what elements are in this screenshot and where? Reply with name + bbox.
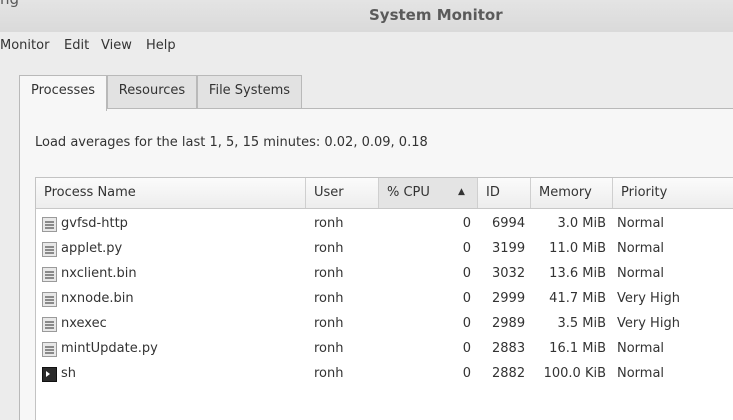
table-row[interactable]: nxnode.bin ronh 0 2999 41.7 MiB Very Hig… — [36, 288, 733, 313]
cell-user: ronh — [314, 316, 344, 331]
cell-user: ronh — [314, 216, 344, 231]
cell-cpu: 0 — [462, 291, 471, 306]
tab-processes[interactable]: Processes — [19, 75, 107, 111]
cell-id: 2999 — [492, 291, 526, 306]
cell-process-name: nxnode.bin — [61, 291, 134, 306]
column-header-label: ID — [486, 185, 500, 200]
column-header-process-name[interactable]: Process Name — [36, 178, 306, 208]
process-icon — [42, 242, 57, 257]
cell-priority: Very High — [617, 316, 680, 331]
process-icon — [42, 317, 57, 332]
sort-ascending-icon: ▲ — [458, 187, 465, 197]
cell-cpu: 0 — [462, 366, 471, 381]
process-table[interactable]: Process Name User % CPU ▲ ID Memory Prio… — [35, 177, 733, 420]
process-icon — [42, 292, 57, 307]
cell-priority: Normal — [617, 266, 665, 281]
table-row[interactable]: gvfsd-http ronh 0 6994 3.0 MiB Normal — [36, 213, 733, 238]
column-header-memory[interactable]: Memory — [531, 178, 613, 208]
table-header: Process Name User % CPU ▲ ID Memory Prio… — [36, 178, 733, 209]
column-header-cpu[interactable]: % CPU ▲ — [379, 178, 478, 208]
cell-process-name: mintUpdate.py — [61, 341, 158, 356]
cell-id: 2883 — [492, 341, 526, 356]
cell-id: 3032 — [492, 266, 526, 281]
cell-priority: Normal — [617, 241, 665, 256]
cell-memory: 16.1 MiB — [549, 341, 606, 356]
cell-user: ronh — [314, 266, 344, 281]
cell-memory: 41.7 MiB — [549, 291, 606, 306]
column-header-label: User — [314, 185, 344, 200]
cell-cpu: 0 — [462, 341, 471, 356]
process-icon — [42, 342, 57, 357]
tab-resources[interactable]: Resources — [107, 75, 197, 108]
cell-memory: 11.0 MiB — [549, 241, 606, 256]
cell-process-name: applet.py — [61, 241, 123, 256]
cell-cpu: 0 — [462, 241, 471, 256]
window-title-fragment: ng — [0, 0, 19, 8]
cell-process-name: nxclient.bin — [61, 266, 137, 281]
menu-monitor[interactable]: Monitor — [0, 38, 49, 53]
cell-id: 2882 — [492, 366, 526, 381]
menu-view[interactable]: View — [101, 38, 132, 53]
column-header-label: Priority — [621, 185, 668, 200]
cell-priority: Normal — [617, 366, 665, 381]
cell-memory: 3.5 MiB — [557, 316, 606, 331]
table-row[interactable]: sh ronh 0 2882 100.0 KiB Normal — [36, 363, 733, 388]
cell-cpu: 0 — [462, 316, 471, 331]
table-row[interactable]: mintUpdate.py ronh 0 2883 16.1 MiB Norma… — [36, 338, 733, 363]
table-row[interactable]: nxclient.bin ronh 0 3032 13.6 MiB Normal — [36, 263, 733, 288]
cell-cpu: 0 — [462, 266, 471, 281]
window-titlebar[interactable]: ng System Monitor — [0, 0, 733, 32]
column-header-label: % CPU — [387, 185, 430, 200]
column-header-id[interactable]: ID — [478, 178, 531, 208]
window-title: System Monitor — [369, 6, 503, 24]
table-row[interactable]: nxexec ronh 0 2989 3.5 MiB Very High — [36, 313, 733, 338]
tab-file-systems-label: File Systems — [208, 83, 291, 98]
cell-memory: 13.6 MiB — [549, 266, 606, 281]
tab-file-systems[interactable]: File Systems — [197, 75, 302, 108]
menu-edit[interactable]: Edit — [64, 38, 89, 53]
cell-user: ronh — [314, 341, 344, 356]
load-averages-label: Load averages for the last 1, 5, 15 minu… — [35, 135, 428, 150]
cell-user: ronh — [314, 366, 344, 381]
cell-cpu: 0 — [462, 216, 471, 231]
cell-priority: Normal — [617, 216, 665, 231]
cell-priority: Normal — [617, 341, 665, 356]
menu-help[interactable]: Help — [146, 38, 176, 53]
cell-user: ronh — [314, 291, 344, 306]
cell-priority: Very High — [617, 291, 680, 306]
tab-resources-label: Resources — [118, 83, 186, 98]
menubar: Monitor Edit View Help — [0, 32, 733, 62]
column-header-label: Process Name — [44, 185, 136, 200]
process-icon — [42, 217, 57, 232]
cell-user: ronh — [314, 241, 344, 256]
cell-id: 2989 — [492, 316, 526, 331]
column-header-label: Memory — [539, 185, 592, 200]
terminal-icon — [42, 367, 57, 382]
column-header-user[interactable]: User — [306, 178, 379, 208]
cell-process-name: gvfsd-http — [61, 216, 128, 231]
column-header-priority[interactable]: Priority — [613, 178, 733, 208]
cell-memory: 100.0 KiB — [543, 366, 606, 381]
cell-id: 3199 — [492, 241, 526, 256]
table-row[interactable]: applet.py ronh 0 3199 11.0 MiB Normal — [36, 238, 733, 263]
cell-id: 6994 — [492, 216, 526, 231]
cell-process-name: sh — [61, 366, 77, 381]
process-icon — [42, 267, 57, 282]
cell-process-name: nxexec — [61, 316, 107, 331]
tab-processes-label: Processes — [30, 83, 96, 98]
cell-memory: 3.0 MiB — [557, 216, 606, 231]
